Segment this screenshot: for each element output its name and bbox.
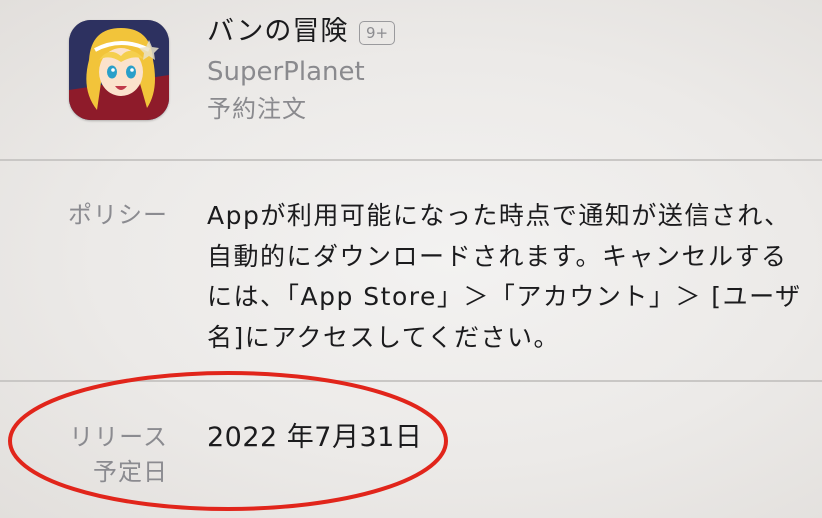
release-date-label-line1: リリース (69, 423, 168, 451)
release-date-label: リリース 予定日 (0, 420, 168, 490)
release-date-value: 2022 年7月31日 (207, 422, 423, 453)
anime-character-icon (69, 20, 169, 120)
developer-link[interactable]: SuperPlanet (207, 55, 365, 89)
age-rating-badge: 9+ (359, 21, 396, 45)
section-divider (0, 159, 822, 161)
preorder-status: 予約注文 (207, 95, 307, 123)
app-detail-panel: バンの冒険 9+ SuperPlanet 予約注文 ポリシー Appが利用可能に… (0, 0, 822, 518)
policy-label: ポリシー (68, 201, 168, 229)
policy-text: Appが利用可能になった時点で通知が送信され、自動的にダウンロードされます。キャ… (207, 201, 802, 352)
app-title: バンの冒険 (207, 16, 349, 47)
app-icon[interactable] (69, 20, 169, 120)
section-divider (0, 380, 822, 382)
release-date-label-line2: 予定日 (93, 458, 168, 486)
